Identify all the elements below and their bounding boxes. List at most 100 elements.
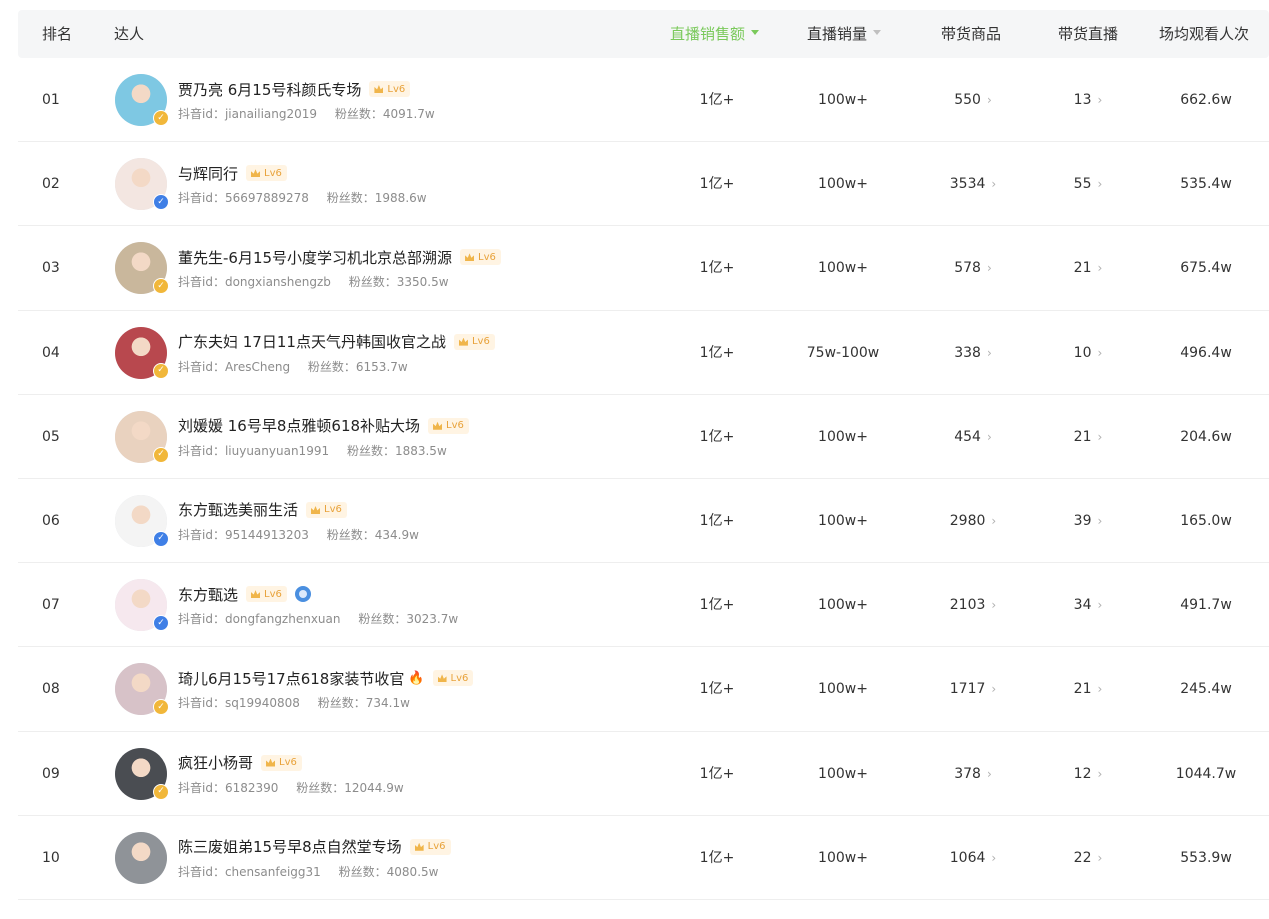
lives-count-link[interactable]: 21 ›: [1038, 395, 1138, 479]
avatar-image: [115, 831, 167, 884]
table-row[interactable]: 10 ✓ 陈三废姐弟15号早8点自然堂专场 🔥 Lv6 抖音id：chensan…: [18, 816, 1269, 900]
table-row[interactable]: 05 ✓ 刘媛媛 16号早8点雅顿618补贴大场 🔥 Lv6 抖音id：liuy…: [18, 395, 1269, 479]
table-row[interactable]: 07 ✓ 东方甄选 🔥 Lv6 抖音id：dongfangzhenxuan 粉丝…: [18, 563, 1269, 648]
fans-value: 1988.6w: [374, 191, 427, 206]
name-line: 刘媛媛 16号早8点雅顿618补贴大场 🔥 Lv6: [178, 415, 469, 437]
name-line: 贾乃亮 6月15号科颜氏专场 🔥 Lv6: [178, 78, 411, 100]
live-sales-volume: 100w+: [818, 260, 868, 277]
douyin-id-label: 抖音id：: [178, 527, 225, 542]
lives-count-link[interactable]: 21 ›: [1038, 226, 1138, 310]
table-row[interactable]: 06 ✓ 东方甄选美丽生活 🔥 Lv6 抖音id：95144913203 粉丝数…: [18, 479, 1269, 564]
influencer-name[interactable]: 疯狂小杨哥: [178, 752, 253, 773]
header-lives: 带货直播: [1058, 25, 1119, 43]
chevron-right-icon: ›: [986, 93, 992, 107]
level-text: Lv6: [471, 336, 490, 348]
chevron-right-icon: ›: [986, 429, 992, 444]
chevron-right-icon: ›: [1097, 682, 1103, 697]
influencer-name[interactable]: 贾乃亮 6月15号科颜氏专场: [178, 79, 361, 100]
lives-count-link[interactable]: 22 ›: [1038, 816, 1138, 900]
level-badge: Lv6: [460, 249, 501, 266]
products-count-link[interactable]: 578 ›: [918, 226, 1028, 310]
lives-count-link[interactable]: 13 ›: [1038, 58, 1138, 142]
influencer-meta: 抖音id：dongfangzhenxuan 粉丝数：3023.7w: [178, 610, 458, 627]
products-count-link[interactable]: 550 ›: [918, 58, 1028, 142]
table-row[interactable]: 02 ✓ 与辉同行 🔥 Lv6 抖音id：56697889278 粉丝数：198…: [18, 142, 1269, 227]
lives-count-link[interactable]: 55 ›: [1038, 142, 1138, 226]
avg-viewers: 535.4w: [1180, 176, 1232, 193]
influencer-name[interactable]: 刘媛媛 16号早8点雅顿618补贴大场: [178, 415, 420, 436]
table-row[interactable]: 01 ✓ 贾乃亮 6月15号科颜氏专场 🔥 Lv6 抖音id：jianailia…: [18, 58, 1269, 143]
products-count-link[interactable]: 454 ›: [918, 395, 1028, 479]
sort-caret-icon: [751, 30, 760, 35]
influencer-name[interactable]: 陈三废姐弟15号早8点自然堂专场: [178, 836, 402, 857]
products-count-link[interactable]: 2103 ›: [918, 563, 1028, 647]
header-live-sales-amount-sort[interactable]: 直播销售额: [670, 10, 760, 58]
rank-number: 01: [42, 92, 60, 108]
verified-icon: ✓: [153, 110, 169, 126]
award-badge-icon: [294, 586, 311, 603]
lives-count-link[interactable]: 34 ›: [1038, 563, 1138, 647]
products-count-link[interactable]: 378 ›: [918, 732, 1028, 816]
level-badge: Lv6: [369, 81, 411, 97]
influencer-meta: 抖音id：chensanfeigg31 粉丝数：4080.5w: [178, 863, 438, 880]
influencer-meta: 抖音id：95144913203 粉丝数：434.9w: [178, 526, 419, 543]
table-row[interactable]: 04 ✓ 广东夫妇 17日11点天气丹韩国收官之战 🔥 Lv6 抖音id：Are…: [18, 311, 1269, 395]
influencer-name[interactable]: 琦儿6月15号17点618家装节收官: [178, 668, 404, 689]
douyin-id-label: 抖音id：: [178, 191, 225, 206]
live-sales-volume: 100w+: [818, 512, 868, 529]
level-badge: Lv6: [453, 333, 495, 350]
influencer-name[interactable]: 广东夫妇 17日11点天气丹韩国收官之战: [178, 331, 446, 352]
influencer-name[interactable]: 东方甄选美丽生活: [178, 499, 298, 520]
chevron-right-icon: ›: [986, 261, 992, 276]
live-sales-amount: 1亿+: [699, 849, 735, 866]
products-count-link[interactable]: 1064 ›: [918, 816, 1028, 900]
table-body: 01 ✓ 贾乃亮 6月15号科颜氏专场 🔥 Lv6 抖音id： jianailia…: [18, 58, 1269, 900]
level-text: Lv6: [478, 251, 496, 263]
fans-label: 粉丝数：: [307, 359, 356, 374]
name-line: 东方甄选美丽生活 🔥 Lv6: [178, 499, 347, 521]
sort-caret-icon: [873, 30, 882, 35]
douyin-id-label: 抖音id：: [178, 696, 225, 711]
rank-number: 06: [42, 512, 60, 529]
lives-count-link[interactable]: 12 ›: [1038, 732, 1138, 816]
fans-value: 434.9w: [374, 527, 419, 542]
table-row[interactable]: 09 ✓ 疯狂小杨哥 🔥 Lv6 抖音id：6182390 粉丝数：12044.…: [18, 732, 1269, 816]
douyin-id-value: dongxianshengzb: [224, 275, 331, 290]
table-row[interactable]: 08 ✓ 琦儿6月15号17点618家装节收官 🔥 Lv6 抖音id：sq199…: [18, 647, 1269, 732]
fans-value: 12044.9w: [344, 780, 404, 795]
chevron-right-icon: ›: [991, 177, 997, 192]
products-count-link[interactable]: 3534 ›: [918, 142, 1028, 226]
chevron-right-icon: ›: [1097, 345, 1103, 360]
douyin-id-value: 56697889278: [224, 191, 309, 206]
fans-value: 4091.7w: [382, 107, 435, 121]
chevron-right-icon: ›: [991, 513, 997, 528]
rank-number: 07: [42, 597, 60, 614]
fans-label: 粉丝数：: [296, 780, 345, 795]
products-count-link[interactable]: 338 ›: [918, 311, 1028, 395]
header-influencer: 达人: [114, 25, 145, 43]
live-sales-amount: 1亿+: [699, 260, 735, 277]
crown-icon: [433, 421, 443, 430]
douyin-id-value: jianailiang2019: [224, 107, 318, 121]
avatar[interactable]: [115, 831, 167, 884]
lives-count-link[interactable]: 10 ›: [1038, 311, 1138, 395]
crown-icon: [251, 590, 261, 599]
chevron-right-icon: ›: [986, 345, 992, 360]
lives-count-link[interactable]: 21 ›: [1038, 647, 1138, 731]
lives-count-link[interactable]: 39 ›: [1038, 479, 1138, 563]
influencer-name[interactable]: 与辉同行: [178, 163, 238, 184]
table-row[interactable]: 03 ✓ 董先生-6月15号小度学习机北京总部溯源 🔥 Lv6 抖音id：don…: [18, 226, 1269, 311]
live-sales-volume: 100w+: [818, 849, 868, 866]
live-sales-amount: 1亿+: [699, 512, 735, 529]
name-line: 广东夫妇 17日11点天气丹韩国收官之战 🔥 Lv6: [178, 331, 495, 353]
influencer-name[interactable]: 东方甄选: [178, 584, 238, 605]
fans-label: 粉丝数：: [338, 864, 387, 879]
avg-viewers: 675.4w: [1180, 260, 1232, 277]
chevron-right-icon: ›: [1097, 850, 1103, 865]
products-count-link[interactable]: 2980 ›: [918, 479, 1028, 563]
header-live-sales-volume-sort[interactable]: 直播销量: [807, 10, 882, 58]
rank-number: 10: [42, 849, 60, 866]
avg-viewers: 553.9w: [1180, 849, 1232, 866]
products-count-link[interactable]: 1717 ›: [918, 647, 1028, 731]
influencer-name[interactable]: 董先生-6月15号小度学习机北京总部溯源: [178, 247, 452, 268]
